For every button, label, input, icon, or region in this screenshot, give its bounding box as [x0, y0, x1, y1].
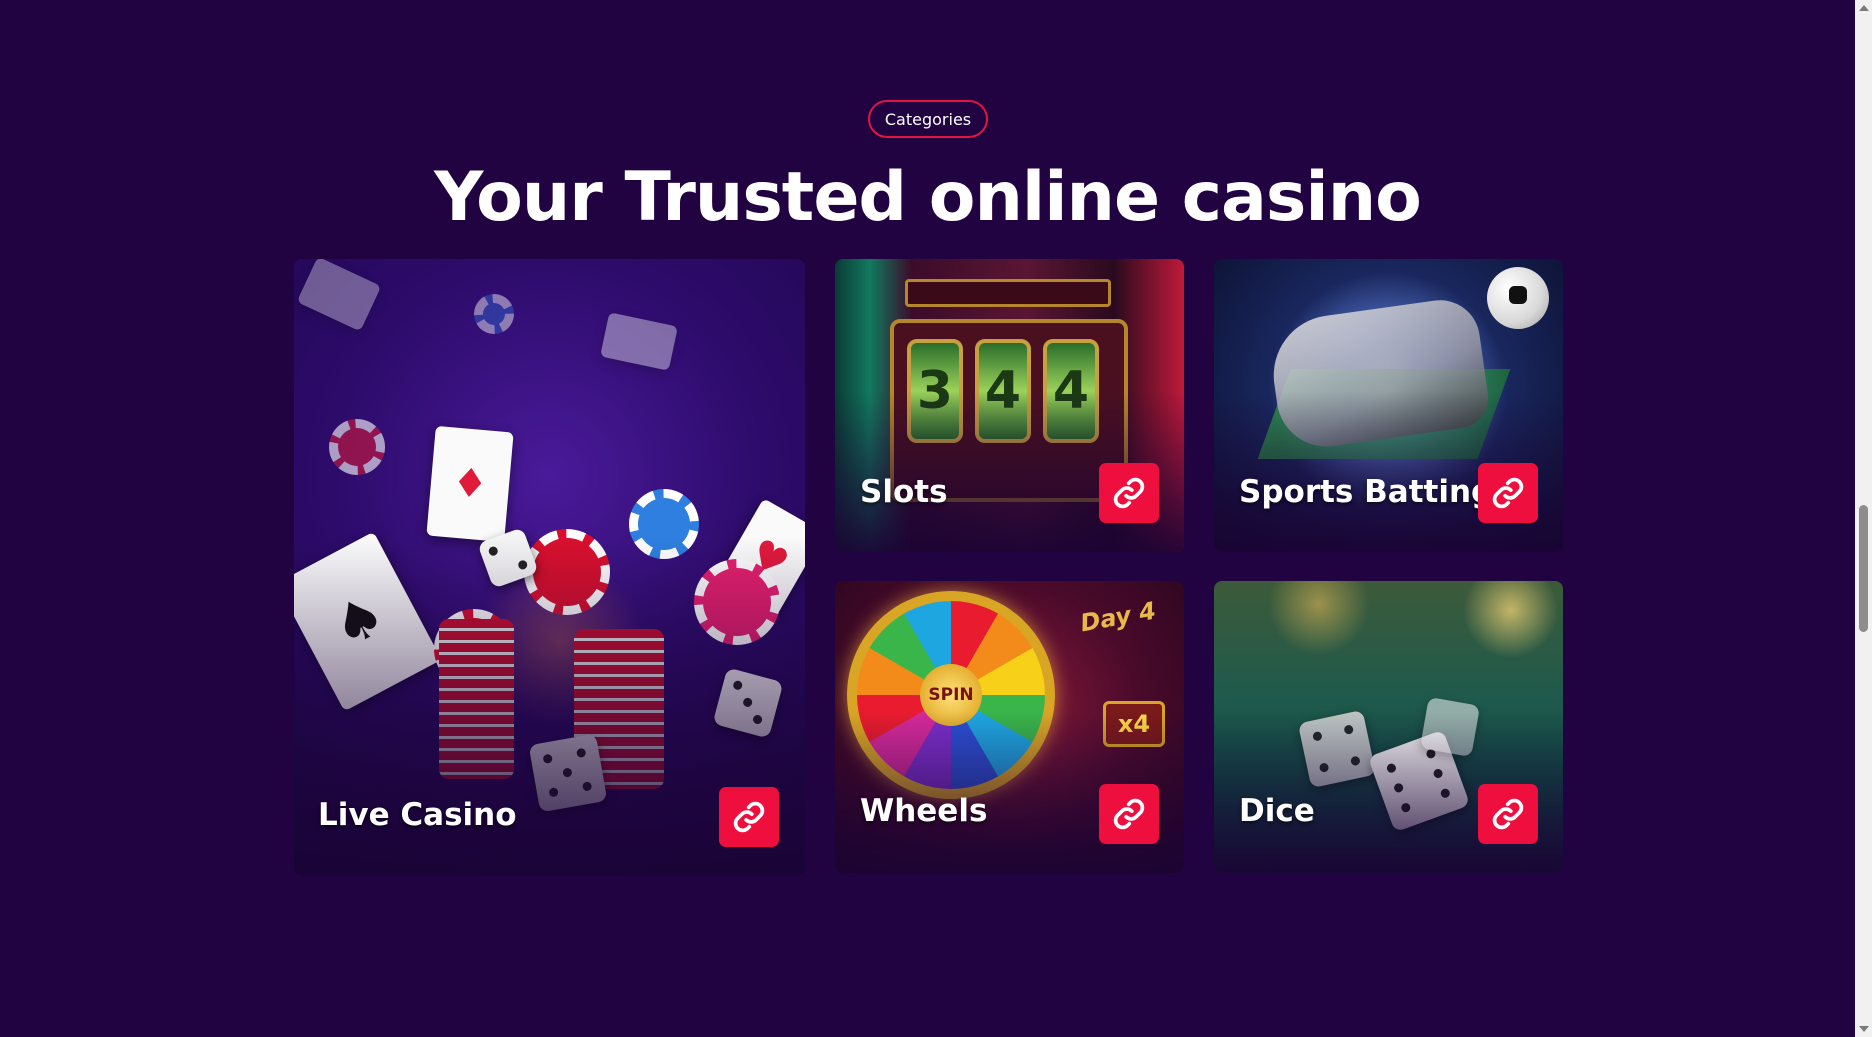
- category-card-wheels[interactable]: SPIN Day 4 x4 Wheels: [835, 581, 1184, 873]
- card-icon: [296, 259, 382, 332]
- slots-link-button[interactable]: [1099, 463, 1159, 523]
- slot-machine-header: [905, 279, 1111, 307]
- category-label: Sports Batting: [1239, 474, 1494, 510]
- categories-badge: Categories: [868, 100, 988, 138]
- scroll-down-arrow-icon[interactable]: [1859, 1026, 1869, 1032]
- section-heading: Your Trusted online casino: [434, 158, 1422, 237]
- wheels-link-button[interactable]: [1099, 784, 1159, 844]
- card-icon: [600, 312, 678, 371]
- day-badge: Day 4: [1078, 596, 1158, 638]
- category-card-live-casino[interactable]: ♦ ♠ ♥ Live Casino: [294, 259, 805, 876]
- scrollbar-thumb[interactable]: [1859, 505, 1868, 632]
- category-label: Slots: [860, 474, 948, 510]
- category-card-slots[interactable]: 3 4 4 Slots: [835, 259, 1184, 552]
- dice-link-button[interactable]: [1478, 784, 1538, 844]
- categories-section: Categories Your Trusted online casino ♦ …: [0, 0, 1855, 1037]
- chip-icon: [329, 419, 385, 475]
- category-card-sports-batting[interactable]: Sports Batting: [1214, 259, 1563, 552]
- category-label: Dice: [1239, 793, 1315, 829]
- category-label: Wheels: [860, 793, 988, 829]
- link-icon: [1113, 477, 1145, 509]
- diamond-card-icon: ♦: [426, 425, 514, 543]
- soccer-ball-icon: [1487, 267, 1549, 329]
- category-label: Live Casino: [318, 797, 517, 833]
- link-icon: [1492, 798, 1524, 830]
- link-icon: [733, 801, 765, 833]
- link-icon: [1492, 477, 1524, 509]
- link-icon: [1113, 798, 1145, 830]
- chip-icon: [474, 294, 514, 334]
- category-card-dice[interactable]: Dice: [1214, 581, 1563, 873]
- vertical-scrollbar[interactable]: [1855, 0, 1872, 1037]
- scroll-up-arrow-icon[interactable]: [1859, 5, 1869, 11]
- live-casino-link-button[interactable]: [719, 787, 779, 847]
- sports-batting-link-button[interactable]: [1478, 463, 1538, 523]
